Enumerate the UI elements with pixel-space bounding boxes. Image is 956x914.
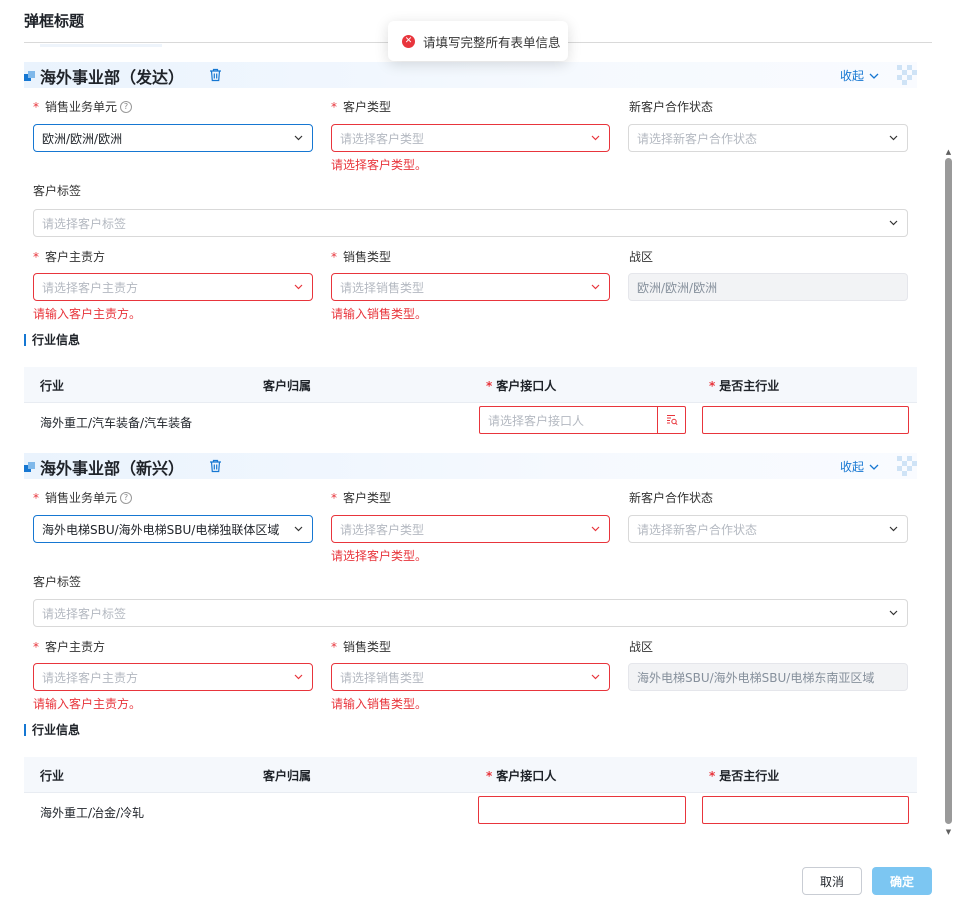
is-main-industry-input[interactable] [702, 796, 909, 824]
collapse-label: 收起 [840, 460, 865, 474]
sales-type-error: 请输入销售类型。 [331, 697, 428, 711]
ok-button[interactable]: 确定 [872, 867, 932, 895]
industry-info-heading: 行业信息 [24, 724, 80, 736]
label-customer-tag: 客户标签 [33, 575, 82, 589]
customer-owner-error: 请输入客户主责方。 [33, 697, 142, 711]
chevron-down-icon [591, 674, 600, 680]
label-customer-owner: * 客户主责方 [33, 639, 106, 655]
chevron-down-icon [889, 135, 898, 141]
decorative-pattern [897, 456, 917, 476]
chevron-down-icon [591, 135, 600, 141]
chevron-down-icon [294, 526, 303, 532]
tab-underline [40, 44, 162, 47]
col-ownership: 客户归属 [263, 769, 312, 783]
chevron-down-icon [889, 610, 898, 616]
customer-type-error: 请选择客户类型。 [331, 158, 428, 172]
sales-type-select[interactable]: 请选择销售类型 [331, 663, 610, 691]
scrollbar-thumb[interactable] [945, 158, 952, 824]
col-is-main: * 是否主行业 [709, 769, 780, 783]
label-customer-owner: * 客户主责方 [33, 249, 106, 265]
customer-type-select[interactable]: 请选择客户类型 [331, 124, 610, 152]
sales-type-select[interactable]: 请选择销售类型 [331, 273, 610, 301]
section-title: 海外事业部（发达） [40, 68, 185, 87]
help-icon[interactable]: ? [120, 491, 133, 504]
label-sales-unit: * 销售业务单元? [33, 98, 133, 115]
label-customer-type: * 客户类型 [331, 490, 392, 506]
help-icon[interactable]: ? [120, 100, 133, 113]
customer-type-error: 请选择客户类型。 [331, 549, 428, 563]
contact-lookup-input[interactable]: 请选择客户接口人 [479, 406, 686, 434]
section-title: 海外事业部（新兴） [40, 459, 185, 478]
section-mark-icon [24, 71, 36, 83]
col-contact: * 客户接口人 [486, 769, 557, 783]
chevron-down-icon [294, 674, 303, 680]
sales-unit-select[interactable]: 欧洲/欧洲/欧洲 [33, 124, 313, 152]
section-header: 海外事业部（发达） 收起 [24, 62, 917, 88]
contact-lookup-input[interactable] [478, 796, 686, 824]
label-war-zone: 战区 [629, 250, 654, 264]
delete-icon[interactable] [209, 68, 222, 82]
scroll-up-arrow-icon[interactable]: ▲ [944, 148, 953, 156]
collapse-toggle[interactable]: 收起 [840, 67, 879, 84]
label-sales-type: * 销售类型 [331, 249, 392, 265]
chevron-down-icon [294, 135, 303, 141]
customer-owner-select[interactable]: 请选择客户主责方 [33, 273, 313, 301]
label-war-zone: 战区 [629, 640, 654, 654]
label-customer-tag: 客户标签 [33, 184, 82, 198]
modal-dialog: 弹框标题 ✕ 请填写完整所有表单信息 ▲ ▼ 海外事业部（发达） 收起 * 销售… [0, 0, 956, 914]
industry-table-header: 行业 客户归属 * 客户接口人 * 是否主行业 [24, 757, 917, 793]
label-new-coop-status: 新客户合作状态 [629, 100, 714, 114]
sales-unit-select[interactable]: 海外电梯SBU/海外电梯SBU/电梯独联体区域 [33, 515, 313, 543]
chevron-up-icon [869, 73, 879, 79]
delete-icon[interactable] [209, 459, 222, 473]
chevron-down-icon [591, 284, 600, 290]
sales-type-error: 请输入销售类型。 [331, 307, 428, 321]
customer-tag-select[interactable]: 请选择客户标签 [33, 599, 908, 627]
label-sales-unit: * 销售业务单元? [33, 489, 133, 506]
col-is-main: * 是否主行业 [709, 379, 780, 393]
col-industry: 行业 [40, 769, 65, 783]
industry-info-heading: 行业信息 [24, 334, 80, 346]
lookup-search-icon[interactable] [657, 407, 685, 433]
is-main-industry-input[interactable] [702, 406, 909, 434]
section-mark-icon [24, 462, 36, 474]
label-new-coop-status: 新客户合作状态 [629, 491, 714, 505]
decorative-pattern [897, 65, 917, 85]
industry-cell: 海外重工/冶金/冷轧 [40, 806, 145, 820]
new-coop-status-select[interactable]: 请选择新客户合作状态 [628, 515, 908, 543]
customer-tag-select[interactable]: 请选择客户标签 [33, 209, 908, 237]
collapse-label: 收起 [840, 69, 865, 83]
error-toast: ✕ 请填写完整所有表单信息 [388, 21, 568, 61]
new-coop-status-select[interactable]: 请选择新客户合作状态 [628, 124, 908, 152]
industry-table-header: 行业 客户归属 * 客户接口人 * 是否主行业 [24, 367, 917, 403]
label-sales-type: * 销售类型 [331, 639, 392, 655]
toast-message: 请填写完整所有表单信息 [423, 34, 561, 50]
collapse-toggle[interactable]: 收起 [840, 458, 879, 475]
chevron-down-icon [889, 526, 898, 532]
chevron-up-icon [869, 464, 879, 470]
modal-title: 弹框标题 [24, 12, 85, 30]
col-contact: * 客户接口人 [486, 379, 557, 393]
war-zone-field: 欧洲/欧洲/欧洲 [628, 273, 908, 301]
error-circle-icon: ✕ [402, 34, 415, 48]
customer-owner-error: 请输入客户主责方。 [33, 307, 142, 321]
scroll-down-arrow-icon[interactable]: ▼ [944, 828, 953, 836]
label-customer-type: * 客户类型 [331, 99, 392, 115]
industry-cell: 海外重工/汽车装备/汽车装备 [40, 416, 193, 430]
war-zone-field: 海外电梯SBU/海外电梯SBU/电梯东南亚区域 [628, 663, 908, 691]
col-ownership: 客户归属 [263, 379, 312, 393]
col-industry: 行业 [40, 379, 65, 393]
customer-type-select[interactable]: 请选择客户类型 [331, 515, 610, 543]
chevron-down-icon [591, 526, 600, 532]
cancel-button[interactable]: 取消 [802, 867, 862, 895]
customer-owner-select[interactable]: 请选择客户主责方 [33, 663, 313, 691]
chevron-down-icon [889, 220, 898, 226]
section-header: 海外事业部（新兴） 收起 [24, 453, 917, 479]
chevron-down-icon [294, 284, 303, 290]
